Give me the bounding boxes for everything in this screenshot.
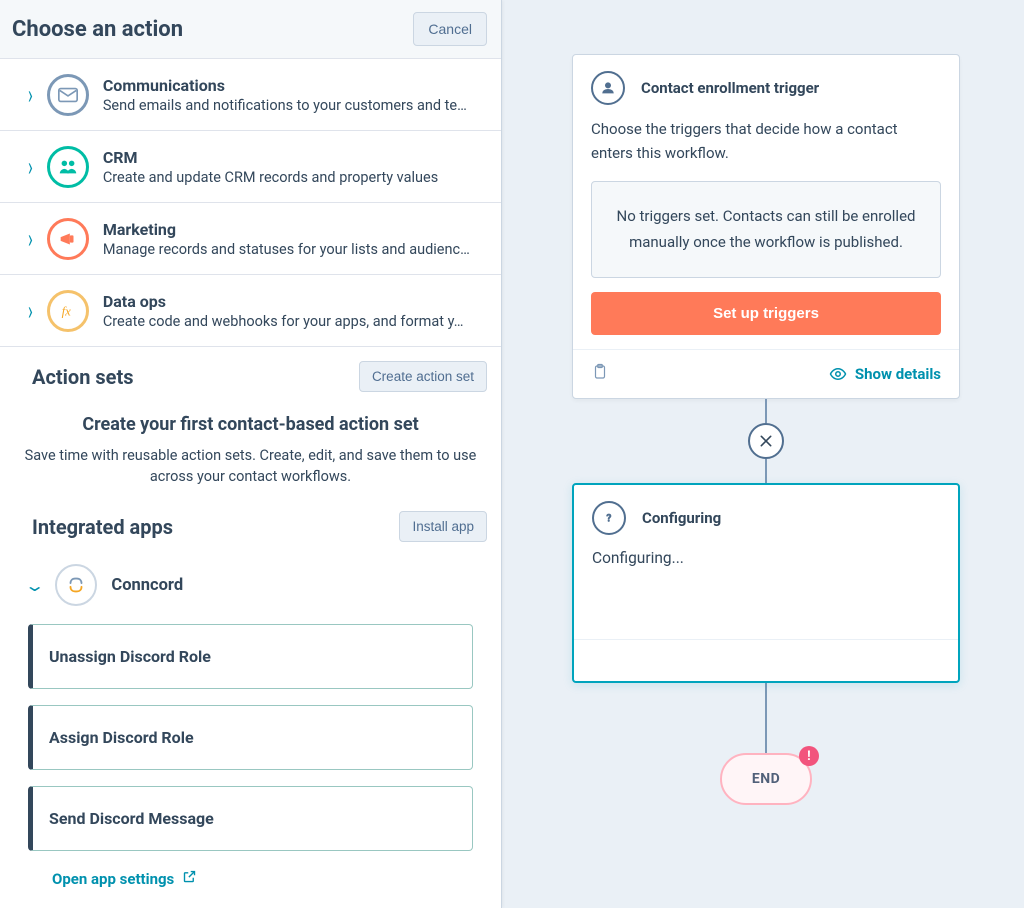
megaphone-icon xyxy=(47,218,89,260)
show-details-button[interactable]: Show details xyxy=(829,365,941,383)
install-app-button[interactable]: Install app xyxy=(399,511,487,542)
panel-title: Choose an action xyxy=(12,17,183,42)
category-desc: Create code and webhooks for your apps, … xyxy=(103,313,487,330)
category-label: CRM xyxy=(103,148,487,167)
setup-triggers-button[interactable]: Set up triggers xyxy=(591,292,941,335)
category-label: Communications xyxy=(103,76,487,95)
action-assign-role[interactable]: Assign Discord Role xyxy=(28,705,473,770)
clipboard-icon[interactable] xyxy=(591,362,609,386)
category-data-ops[interactable]: › fx Data ops Create code and webhooks f… xyxy=(0,275,501,347)
category-desc: Send emails and notifications to your cu… xyxy=(103,97,487,114)
node-header: ? Configuring xyxy=(574,485,958,539)
integrated-app-conncord[interactable]: ⌄ Conncord xyxy=(0,550,501,612)
app-action-list: Unassign Discord Role Assign Discord Rol… xyxy=(0,612,501,851)
chevron-right-icon: › xyxy=(28,79,33,109)
show-details-label: Show details xyxy=(855,365,941,383)
workflow-canvas: Contact enrollment trigger Choose the tr… xyxy=(502,0,1024,908)
node-header: Contact enrollment trigger xyxy=(573,55,959,109)
node-description: Choose the triggers that decide how a co… xyxy=(573,109,959,171)
configuring-node[interactable]: ? Configuring Configuring... xyxy=(572,483,960,683)
end-label: END xyxy=(752,771,780,787)
action-categories: › Communications Send emails and notific… xyxy=(0,59,501,347)
promo-title: Create your first contact-based action s… xyxy=(24,414,477,435)
plug-icon xyxy=(55,564,97,606)
enrollment-trigger-node[interactable]: Contact enrollment trigger Choose the tr… xyxy=(572,54,960,399)
svg-text:?: ? xyxy=(606,513,611,524)
cancel-button[interactable]: Cancel xyxy=(413,12,487,46)
node-footer-band xyxy=(574,639,958,681)
app-root: Choose an action Cancel › Communications… xyxy=(0,0,1024,908)
chevron-down-icon: ⌄ xyxy=(24,576,45,595)
connector-line xyxy=(765,459,767,483)
connector-line xyxy=(765,683,767,753)
chevron-right-icon: › xyxy=(28,151,33,181)
app-name: Conncord xyxy=(111,576,183,595)
category-desc: Create and update CRM records and proper… xyxy=(103,169,487,186)
category-communications[interactable]: › Communications Send emails and notific… xyxy=(0,59,501,131)
no-triggers-notice: No triggers set. Contacts can still be e… xyxy=(591,181,941,278)
chevron-right-icon: › xyxy=(28,223,33,253)
create-action-set-button[interactable]: Create action set xyxy=(359,361,487,392)
category-label: Marketing xyxy=(103,220,487,239)
action-unassign-role[interactable]: Unassign Discord Role xyxy=(28,624,473,689)
end-node[interactable]: END ! xyxy=(720,753,812,805)
action-send-message[interactable]: Send Discord Message xyxy=(28,786,473,851)
panel-header: Choose an action Cancel xyxy=(0,0,501,59)
category-label: Data ops xyxy=(103,292,487,311)
svg-text:fx: fx xyxy=(61,304,71,318)
action-sets-promo: Create your first contact-based action s… xyxy=(0,400,501,497)
action-sets-header: Action sets Create action set xyxy=(0,347,501,400)
node-body: Configuring... xyxy=(574,539,958,573)
category-desc: Manage records and statuses for your lis… xyxy=(103,241,487,258)
link-label: Open app settings xyxy=(52,870,174,888)
node-title: Configuring xyxy=(642,509,721,527)
external-link-icon xyxy=(182,869,197,888)
function-icon: fx xyxy=(47,290,89,332)
category-marketing[interactable]: › Marketing Manage records and statuses … xyxy=(0,203,501,275)
person-icon xyxy=(591,71,625,105)
chevron-right-icon: › xyxy=(28,295,33,325)
section-title: Integrated apps xyxy=(14,515,173,539)
open-app-settings-link[interactable]: Open app settings xyxy=(24,851,501,890)
question-icon: ? xyxy=(592,501,626,535)
action-chooser-panel: Choose an action Cancel › Communications… xyxy=(0,0,502,908)
promo-desc: Save time with reusable action sets. Cre… xyxy=(24,445,477,487)
envelope-icon xyxy=(47,74,89,116)
node-title: Contact enrollment trigger xyxy=(641,79,819,97)
node-footer: Show details xyxy=(573,349,959,398)
remove-node-button[interactable] xyxy=(748,423,784,459)
connector-line xyxy=(765,399,767,423)
integrated-apps-header: Integrated apps Install app xyxy=(0,497,501,550)
people-icon xyxy=(47,146,89,188)
category-crm[interactable]: › CRM Create and update CRM records and … xyxy=(0,131,501,203)
alert-badge-icon: ! xyxy=(799,746,819,766)
section-title: Action sets xyxy=(14,365,134,389)
